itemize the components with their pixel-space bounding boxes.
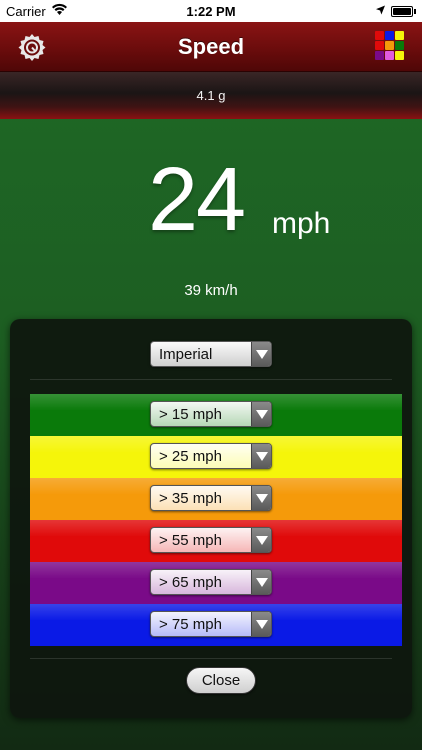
- threshold-select[interactable]: > 15 mph: [150, 401, 272, 427]
- speed-alternate: 39 km/h: [184, 282, 238, 299]
- settings-panel: Imperial > 15 mph > 25 mph > 35 mph > 55 mp…: [10, 319, 412, 718]
- threshold-label: > 75 mph: [159, 616, 222, 633]
- divider: [30, 658, 392, 659]
- threshold-label: > 65 mph: [159, 574, 222, 591]
- chevron-down-icon: [251, 528, 271, 552]
- close-button[interactable]: Close: [186, 667, 256, 694]
- page-title: Speed: [177, 34, 245, 59]
- units-select-label: Imperial: [159, 346, 213, 363]
- threshold-label: > 35 mph: [159, 490, 222, 507]
- threshold-band: > 75 mph: [30, 604, 402, 646]
- threshold-band: > 35 mph: [30, 478, 402, 520]
- chevron-down-icon: [251, 570, 271, 594]
- threshold-label: > 15 mph: [159, 406, 222, 423]
- threshold-band: > 55 mph: [30, 520, 402, 562]
- speed-value: 24: [148, 150, 246, 250]
- chevron-down-icon: [251, 444, 271, 468]
- g-force-bar: 4.1 g: [0, 72, 422, 119]
- chevron-down-icon: [251, 402, 271, 426]
- speed-unit: mph: [272, 207, 331, 240]
- threshold-select[interactable]: > 55 mph: [150, 527, 272, 553]
- threshold-select[interactable]: > 65 mph: [150, 569, 272, 595]
- chevron-down-icon: [251, 342, 271, 366]
- threshold-band: > 25 mph: [30, 436, 402, 478]
- threshold-select[interactable]: > 25 mph: [150, 443, 272, 469]
- units-select[interactable]: Imperial: [150, 341, 272, 367]
- divider: [30, 379, 392, 380]
- threshold-band: > 65 mph: [30, 562, 402, 604]
- chevron-down-icon: [251, 612, 271, 636]
- threshold-label: > 55 mph: [159, 532, 222, 549]
- chevron-down-icon: [251, 486, 271, 510]
- threshold-band: > 15 mph: [30, 394, 402, 436]
- location-arrow-icon: [376, 5, 385, 15]
- g-force-value: 4.1 g: [196, 88, 226, 103]
- threshold-select[interactable]: > 35 mph: [150, 485, 272, 511]
- threshold-label: > 25 mph: [159, 448, 222, 465]
- threshold-select[interactable]: > 75 mph: [150, 611, 272, 637]
- battery-icon: [391, 6, 413, 17]
- status-bar: Carrier 1:22 PM: [0, 0, 422, 22]
- color-grid-icon[interactable]: [374, 30, 406, 62]
- nav-bar: Speed: [0, 22, 422, 72]
- status-time: 1:22 PM: [186, 4, 236, 19]
- battery-tip: [414, 9, 416, 14]
